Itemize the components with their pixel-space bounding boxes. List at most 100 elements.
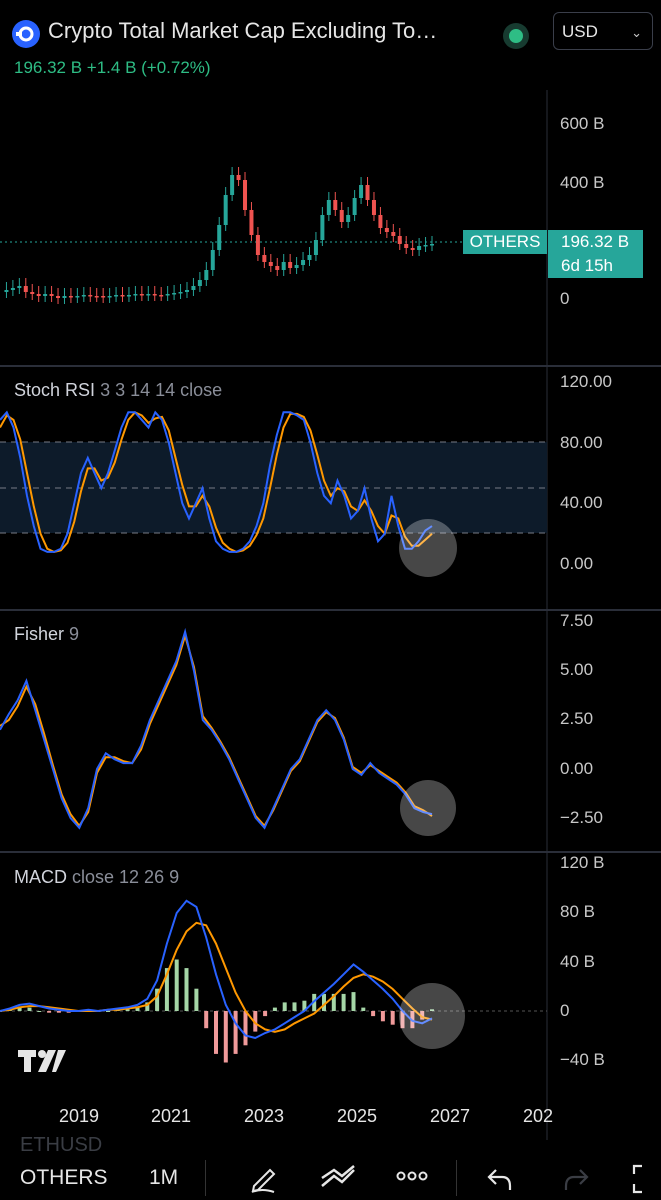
candle-body	[159, 295, 164, 297]
macd-hist-bar	[214, 1011, 218, 1054]
candle-body	[249, 210, 254, 235]
candle-body	[333, 200, 338, 210]
candle-body	[326, 200, 331, 215]
candle-body	[107, 296, 112, 298]
candle-body	[275, 266, 280, 270]
candle-body	[236, 175, 241, 180]
symbol-price-badge: OTHERS	[463, 230, 547, 254]
undo-icon[interactable]	[486, 1166, 514, 1197]
macd-hist-bar	[351, 992, 356, 1011]
candle-body	[56, 296, 61, 298]
x-label: 2021	[151, 1106, 192, 1126]
candle-body	[378, 215, 383, 228]
macd-title[interactable]: MACD close 12 26 9	[14, 867, 179, 888]
interval-button[interactable]: 1M	[149, 1166, 178, 1190]
candle-body	[384, 228, 389, 232]
x-label: 2025	[337, 1106, 378, 1126]
y-label: 80 B	[560, 902, 595, 921]
candle-body	[114, 295, 119, 297]
y-label: 0.00	[560, 554, 594, 573]
y-label: 5.00	[560, 660, 594, 679]
macd-hist-bar	[263, 1011, 268, 1017]
candle-body	[391, 232, 396, 236]
more-icon[interactable]	[396, 1166, 428, 1191]
candle-body	[152, 294, 157, 296]
candle-body	[320, 215, 325, 240]
macd-hist-bar	[223, 1011, 228, 1063]
candle-body	[230, 175, 235, 195]
y-label: 40 B	[560, 952, 595, 971]
candle-body	[281, 262, 286, 270]
candle-body	[49, 294, 54, 296]
draw-icon[interactable]	[248, 1162, 280, 1199]
candle-body	[4, 290, 9, 292]
candle-body	[307, 255, 312, 260]
macd-hist-bar	[27, 1007, 32, 1011]
candle-body	[288, 262, 293, 268]
macd-hist-bar	[243, 1011, 248, 1046]
candle-body	[255, 235, 260, 255]
candle-body	[313, 240, 318, 255]
stoch-rsi-title[interactable]: Stoch RSI 3 3 14 14 close	[14, 380, 222, 401]
macd-hist-bar	[106, 1011, 110, 1012]
candle-body	[339, 210, 344, 222]
macd-hist-bar	[204, 1011, 209, 1029]
fisher-signal-line	[0, 632, 433, 828]
candle-body	[184, 290, 189, 292]
candle-body	[43, 294, 48, 296]
candle-body	[217, 225, 222, 250]
indicators-icon[interactable]	[320, 1164, 356, 1197]
candle-body	[30, 292, 35, 294]
symbol-button[interactable]: OTHERS	[20, 1166, 108, 1190]
y-label: 0	[560, 1001, 570, 1020]
candle-body	[223, 195, 228, 225]
y-label: 120 B	[560, 853, 605, 872]
candle-body	[359, 185, 364, 198]
candle-body	[430, 244, 434, 246]
badge-price: 196.32 B	[561, 232, 630, 251]
fullscreen-icon[interactable]	[632, 1164, 661, 1199]
candle-body	[120, 295, 125, 297]
highlight-circle-stoch	[399, 519, 457, 577]
highlight-circle-fisher	[400, 780, 456, 836]
candle-body	[94, 296, 99, 298]
x-label: 202	[523, 1106, 554, 1126]
tradingview-logo-icon	[18, 1046, 68, 1082]
candle-body	[346, 215, 351, 222]
macd-hist-bar	[371, 1011, 376, 1017]
candle-body	[371, 200, 376, 215]
macd-hist-bar	[56, 1011, 61, 1013]
candle-body	[410, 248, 415, 250]
candle-body	[36, 294, 41, 296]
candle-body	[146, 294, 151, 296]
macd-hist-bar	[282, 1002, 287, 1011]
price-candles	[4, 167, 434, 304]
x-label: 2019	[59, 1106, 100, 1126]
redo-icon[interactable]	[562, 1166, 590, 1197]
candle-body	[139, 294, 144, 296]
candle-body	[165, 294, 170, 296]
candle-body	[243, 180, 248, 210]
macd-hist-bar	[292, 1002, 297, 1011]
candle-body	[81, 295, 86, 297]
fisher-line	[0, 627, 433, 830]
macd-hist-bar	[272, 1007, 277, 1011]
y-label: 0	[560, 289, 570, 308]
candle-body	[133, 294, 138, 296]
x-label: 2023	[244, 1106, 285, 1126]
y-label: −2.50	[560, 808, 604, 827]
candle-body	[101, 296, 106, 298]
y-label: 120.00	[560, 372, 612, 391]
macd-hist-bar	[361, 1007, 366, 1011]
candle-body	[191, 286, 196, 290]
macd-hist-bar	[380, 1011, 385, 1022]
macd-hist-bar	[390, 1011, 395, 1025]
bottom-toolbar: OTHERS 1M	[0, 1158, 661, 1200]
candle-body	[262, 255, 267, 262]
macd-hist-bar	[233, 1011, 238, 1054]
candle-body	[23, 286, 28, 292]
fisher-title[interactable]: Fisher 9	[14, 624, 79, 645]
macd-hist-bar	[194, 988, 199, 1011]
macd-hist-bar	[184, 968, 189, 1011]
candle-body	[75, 296, 80, 298]
